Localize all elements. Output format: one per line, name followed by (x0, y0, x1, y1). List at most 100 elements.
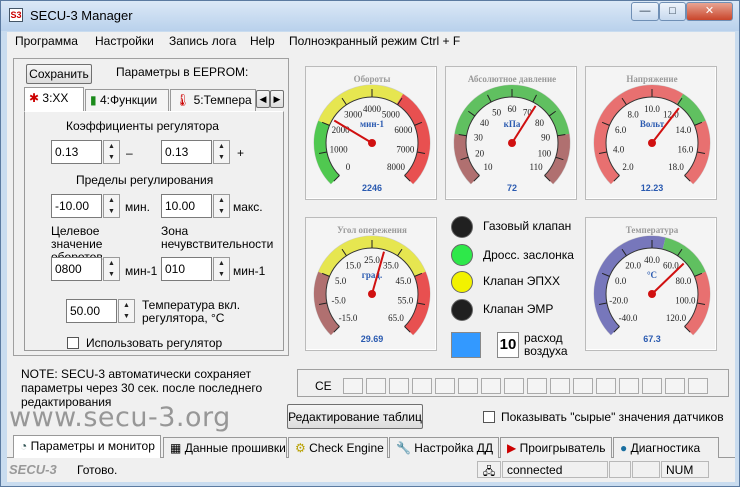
gauge-tick-label: 0 (346, 162, 351, 172)
gauge-rpm: Обороты 0 1000 2000 3000 4000 5000 6000 7000 8000… (305, 66, 437, 200)
status-logo: SECU-3 (9, 462, 57, 477)
ce-error-cell (435, 378, 455, 394)
minimize-button[interactable]: — (631, 2, 659, 21)
gauge-unit: кПа (504, 119, 521, 129)
chart-icon: ▮ (90, 93, 97, 107)
gauge-advance-svg: Угол опережения -15.0 -5.0 5.0 15.025.035.0 4… (313, 225, 431, 344)
tab-player[interactable]: ▶ Проигрыватель (500, 437, 612, 458)
gauge-tick-label: 50 (492, 108, 502, 118)
menu-help[interactable]: Help (250, 34, 275, 48)
gauge-tick-label: 6000 (394, 125, 413, 135)
tab-check-engine[interactable]: ⚙ Check Engine (288, 437, 388, 458)
gauge-tick-label: 0.0 (615, 276, 627, 286)
gauge-tick-label: 110 (529, 162, 543, 172)
airflow-swatch (451, 332, 481, 358)
use-regulator-label: Использовать регулятор (86, 336, 223, 350)
ce-error-cell (458, 378, 478, 394)
tab-scroll-right[interactable]: ▶ (270, 90, 284, 108)
menu-bar: Программа Настройки Запись лога Help Пол… (7, 32, 735, 52)
tab-player-label: Проигрыватель (519, 441, 606, 455)
limit-min-unit: мин. (125, 200, 150, 214)
gauge-tick-label: 14.0 (676, 125, 692, 135)
wrench-icon: 🔧 (396, 441, 411, 455)
ce-label: CE (315, 379, 332, 393)
target-spinner[interactable]: ▲ ▼ (103, 257, 120, 281)
gauge-tick-label: 8000 (387, 162, 406, 172)
airflow-value: 10 (497, 332, 519, 358)
gauge-value: 12.23 (641, 183, 664, 193)
ce-error-cell (665, 378, 685, 394)
menu-program[interactable]: Программа (15, 34, 78, 48)
limit-min-spinner[interactable]: ▲ ▼ (103, 194, 120, 218)
gauge-value: 2246 (362, 183, 382, 193)
coef1-spinner[interactable]: ▲ ▼ (103, 140, 120, 164)
gauge-tick-label: 1000 (330, 145, 349, 155)
temp-input[interactable]: 50.00 (66, 299, 117, 323)
gauge-tick-label: 5000 (382, 110, 401, 120)
limit-max-spinner[interactable]: ▲ ▼ (213, 194, 230, 218)
limit-max-input[interactable]: 10.00 (161, 194, 212, 218)
menu-fullscreen[interactable]: Полноэкранный режим Ctrl + F (289, 34, 460, 48)
coef-plus: + (237, 146, 245, 160)
led-throttle (451, 244, 473, 266)
gauge-tick-label: 35.0 (383, 261, 399, 271)
menu-log[interactable]: Запись лога (169, 34, 236, 48)
close-button[interactable]: ✕ (686, 2, 733, 21)
gauge-hub (648, 139, 656, 147)
tab-sensor-setup-label: Настройка ДД (414, 441, 493, 455)
gauge-icon: ◔ (20, 439, 28, 453)
tab-diagnostics[interactable]: ● Диагностика (613, 437, 719, 458)
limit-min-input[interactable]: -10.00 (51, 194, 102, 218)
maximize-button[interactable]: □ (659, 2, 686, 21)
tab-functions-label: 4:Функции (99, 93, 158, 107)
raw-values-checkbox[interactable] (483, 411, 495, 423)
client-area: Сохранить Параметры в EEPROM: ✱ 3:ХХ ▮ 4… (7, 52, 735, 482)
ce-error-cell (366, 378, 386, 394)
limit-max-unit: макс. (233, 200, 263, 214)
gauge-tick-label: 16.0 (677, 145, 693, 155)
gauge-tick-label: 30 (474, 133, 484, 143)
zone-input[interactable]: 010 (161, 257, 212, 281)
ce-error-cell (527, 378, 547, 394)
tab-functions[interactable]: ▮ 4:Функции (85, 89, 169, 111)
target-input[interactable]: 0800 (51, 257, 102, 281)
tab-temperature[interactable]: 🌡 5:Темпера (170, 89, 256, 111)
coef2-input[interactable]: 0.13 (161, 140, 212, 164)
ce-error-cell (619, 378, 639, 394)
gauge-unit: °C (647, 270, 657, 280)
tab-check-engine-label: Check Engine (309, 441, 384, 455)
gauge-tick-label: 120.0 (666, 313, 687, 323)
gauge-tick-label: 20 (475, 149, 485, 159)
gauge-title: Угол опережения (337, 225, 407, 235)
tab-temperature-label: 5:Темпера (193, 93, 252, 107)
led-emr-valve (451, 299, 473, 321)
gauge-tick-label: 2000 (332, 125, 351, 135)
ce-error-cell (412, 378, 432, 394)
idle-valve-label: Клапан ЭПХХ (483, 274, 561, 288)
tab-scroll-left[interactable]: ◀ (256, 90, 270, 108)
coef2-spinner[interactable]: ▲ ▼ (213, 140, 230, 164)
app-icon: S3 (9, 8, 23, 22)
status-slot-scroll (632, 461, 660, 478)
eeprom-label: Параметры в EEPROM: (116, 65, 249, 79)
gauge-tick-label: 5.0 (335, 276, 347, 286)
tab-params-monitor[interactable]: ◔ Параметры и монитор (13, 435, 161, 458)
connection-icon: 🖧 (477, 461, 501, 478)
tab-diagnostics-label: Диагностика (630, 441, 701, 455)
gauge-tick-label: 55.0 (397, 296, 413, 306)
coef1-input[interactable]: 0.13 (51, 140, 102, 164)
temp-spinner[interactable]: ▲ ▼ (118, 299, 135, 323)
save-button[interactable]: Сохранить (26, 64, 92, 84)
edit-tables-button[interactable]: Редактирование таблиц (287, 404, 423, 429)
gauge-tick-label: 18.0 (668, 162, 684, 172)
ce-error-cell (573, 378, 593, 394)
led-gas-valve (451, 216, 473, 238)
tab-idle[interactable]: ✱ 3:ХХ (24, 87, 84, 111)
tab-firmware-data[interactable]: ▦ Данные прошивки (163, 437, 287, 458)
coef-minus: – (126, 146, 133, 160)
tab-sensor-setup[interactable]: 🔧 Настройка ДД (389, 437, 499, 458)
use-regulator-checkbox[interactable] (67, 337, 79, 349)
title-bar[interactable]: S3 SECU-3 Manager — □ ✕ (1, 1, 739, 31)
menu-settings[interactable]: Настройки (95, 34, 154, 48)
zone-spinner[interactable]: ▲ ▼ (213, 257, 230, 281)
